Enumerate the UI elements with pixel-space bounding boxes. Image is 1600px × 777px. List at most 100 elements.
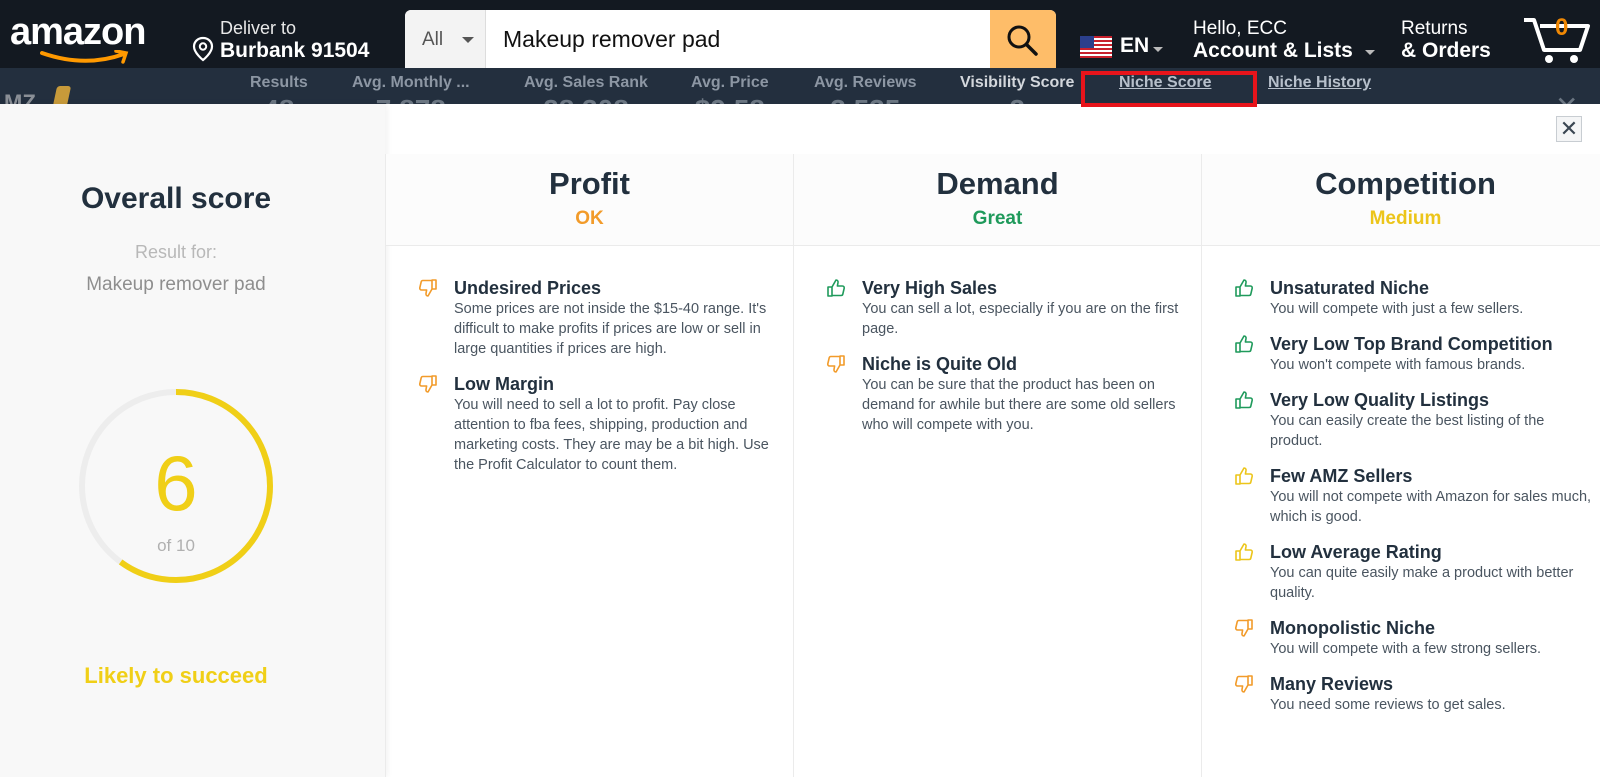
criteria-item: Very High Sales You can sell a lot, espec… xyxy=(826,278,1186,339)
criteria-title: Very High Sales xyxy=(862,278,998,298)
stat-value: 7,878 xyxy=(352,94,470,104)
cart-count: 0 xyxy=(1555,14,1569,41)
stat-label: Avg. Price xyxy=(691,74,769,91)
criteria-item: Low Average Rating You can quite easily m… xyxy=(1234,542,1594,603)
chevron-down-icon xyxy=(462,37,474,43)
criteria-description: You can sell a lot, especially if you ar… xyxy=(862,301,1179,337)
amazon-top-nav: amazon Deliver to Burbank 91504 All Make… xyxy=(0,0,1600,68)
returns-label: Returns xyxy=(1401,18,1468,39)
smile-icon xyxy=(40,50,129,64)
result-for-label: Result for: xyxy=(134,242,218,262)
column-level: Medium xyxy=(1369,208,1442,229)
stat-avg-monthly: Avg. Monthly ... 7,878 xyxy=(352,74,470,104)
account-menu[interactable]: Hello, ECC Account & Lists xyxy=(1193,18,1383,64)
stat-label: Visibility Score xyxy=(960,74,1075,91)
stat-label: Avg. Sales Rank xyxy=(524,74,648,91)
highlight-box xyxy=(1081,71,1257,107)
column-title: Demand xyxy=(936,166,1059,201)
logo-text: amazon xyxy=(10,11,146,53)
competition-column: Competition Medium Unsaturated Niche You … xyxy=(1201,154,1600,777)
chevron-down-icon xyxy=(1153,47,1163,52)
close-icon[interactable]: ✕ xyxy=(1555,90,1578,104)
profit-column: Profit OK Undesired Prices Some prices ar… xyxy=(385,154,793,777)
stat-label: Avg. Reviews xyxy=(814,74,917,91)
criteria-description: You can easily create the best listing o… xyxy=(1270,413,1545,449)
stat-label: Avg. Monthly ... xyxy=(352,74,470,91)
criteria-description: You will need to sell a lot to profit. P… xyxy=(454,397,769,473)
deliver-to[interactable]: Deliver to Burbank 91504 xyxy=(192,18,392,62)
overall-score-title: Overall score xyxy=(80,182,272,215)
score-out-of: of 10 xyxy=(157,536,195,555)
thumbs-down-icon xyxy=(1234,674,1254,694)
language-code: EN xyxy=(1120,34,1150,57)
criteria-item: Few AMZ Sellers You will not compete with… xyxy=(1234,466,1594,527)
language-selector[interactable]: EN xyxy=(1080,34,1170,64)
search-category-select[interactable]: All xyxy=(405,10,486,68)
criteria-title: Unsaturated Niche xyxy=(1270,278,1430,298)
us-flag-icon xyxy=(1080,36,1112,58)
stat-value: $9.58 xyxy=(691,94,769,104)
column-title: Competition xyxy=(1315,166,1496,201)
search-input[interactable] xyxy=(487,10,990,68)
cart-button[interactable]: 0 xyxy=(1522,10,1592,66)
criteria-description: You can quite easily make a product with… xyxy=(1270,565,1574,601)
thumbs-up-icon xyxy=(826,278,846,298)
tab-niche-history[interactable]: Niche History xyxy=(1268,74,1371,92)
column-level: OK xyxy=(575,208,604,229)
criteria-title: Few AMZ Sellers xyxy=(1270,466,1413,486)
criteria-item: Niche is Quite Old You can be sure that t… xyxy=(826,354,1186,435)
search-icon xyxy=(1007,25,1038,56)
niche-score-panel: Overall score Result for: Makeup remover… xyxy=(0,104,1600,777)
overall-score-section: Overall score Result for: Makeup remover… xyxy=(0,104,385,777)
criteria-title: Monopolistic Niche xyxy=(1270,618,1436,638)
stat-results: Results 48 xyxy=(250,74,308,104)
extension-logo-mark xyxy=(52,86,72,104)
account-greeting: Hello, ECC xyxy=(1193,18,1287,39)
criteria-description: You will not compete with Amazon for sal… xyxy=(1270,489,1592,525)
criteria-item: Monopolistic Niche You will compete with … xyxy=(1234,618,1594,659)
criteria-list: Undesired Prices Some prices are not insi… xyxy=(418,278,778,490)
thumbs-down-icon xyxy=(1234,618,1254,638)
column-header: Profit OK xyxy=(386,154,793,246)
account-lists-label: Account & Lists xyxy=(1193,39,1353,62)
criteria-title: Low Average Rating xyxy=(1270,542,1442,562)
criteria-title: Niche is Quite Old xyxy=(862,354,1018,374)
search-bar: All xyxy=(405,10,1056,68)
amazon-logo[interactable]: amazon xyxy=(10,11,170,64)
stat-value: 3,535 xyxy=(814,94,917,104)
stat-label: Results xyxy=(250,74,308,91)
result-query: Makeup remover pad xyxy=(86,274,266,295)
demand-column: Demand Great Very High Sales You can sell… xyxy=(793,154,1201,777)
thumbs-up-icon xyxy=(1234,278,1254,298)
orders-label: & Orders xyxy=(1401,39,1491,62)
deliver-location: Burbank 91504 xyxy=(220,39,370,62)
stat-avg-sales-rank: Avg. Sales Rank 28,308 xyxy=(524,74,648,104)
location-pin-icon xyxy=(192,36,214,62)
thumbs-down-icon xyxy=(826,354,846,374)
column-header: Demand Great xyxy=(794,154,1201,246)
search-button[interactable] xyxy=(990,10,1056,68)
criteria-list: Very High Sales You can sell a lot, espec… xyxy=(826,278,1186,450)
extension-stat-bar: MZ Results 48 Avg. Monthly ... 7,878 Avg… xyxy=(0,68,1600,104)
criteria-title: Many Reviews xyxy=(1270,674,1394,694)
close-panel-button[interactable]: ✕ xyxy=(1556,116,1582,142)
thumbs-up-icon xyxy=(1234,542,1254,562)
criteria-list: Unsaturated Niche You will compete with j… xyxy=(1234,278,1594,730)
criteria-item: Undesired Prices Some prices are not insi… xyxy=(418,278,778,359)
criteria-title: Very Low Quality Listings xyxy=(1270,390,1490,410)
score-gauge: 6 of 10 xyxy=(76,386,276,586)
score-value: 6 xyxy=(154,439,198,527)
stat-visibility-score: Visibility Score 2 xyxy=(960,74,1074,104)
stat-avg-price: Avg. Price $9.58 xyxy=(691,74,769,104)
extension-logo: MZ xyxy=(4,90,36,104)
criteria-item: Many Reviews You need some reviews to get… xyxy=(1234,674,1594,715)
close-icon: ✕ xyxy=(1559,116,1579,141)
thumbs-down-icon xyxy=(418,278,438,298)
deliver-label: Deliver to xyxy=(220,18,297,38)
returns-orders-link[interactable]: Returns & Orders xyxy=(1401,18,1511,64)
verdict-label: Likely to succeed xyxy=(84,663,268,688)
search-category-label: All xyxy=(422,29,444,50)
chevron-down-icon xyxy=(1365,50,1375,55)
thumbs-up-icon xyxy=(1234,466,1254,486)
criteria-title: Very Low Top Brand Competition xyxy=(1270,334,1553,354)
